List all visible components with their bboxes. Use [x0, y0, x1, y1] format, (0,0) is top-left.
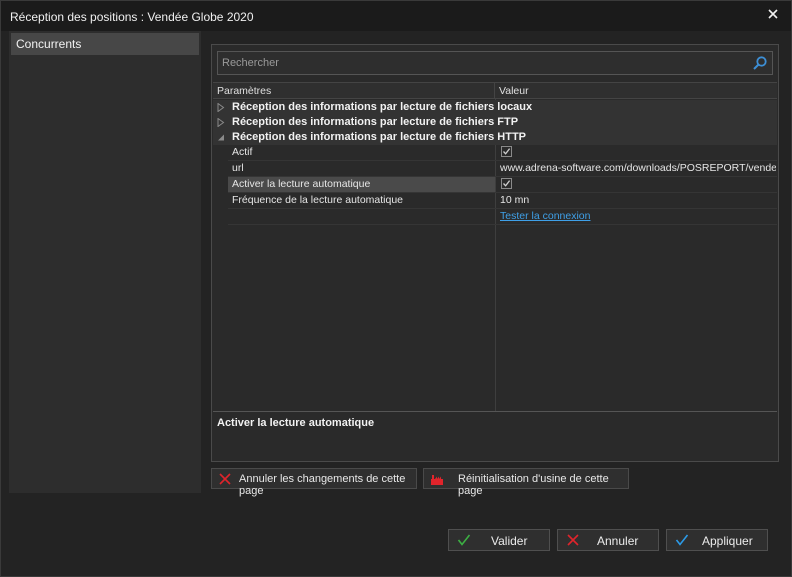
- property-label: Activer la lecture automatique: [232, 178, 371, 190]
- factory-reset-icon: [431, 475, 443, 485]
- url-value[interactable]: www.adrena-software.com/downloads/POSREP…: [500, 162, 776, 174]
- category-label: Réception des informations par lecture d…: [232, 116, 519, 128]
- category-row-ftp[interactable]: Réception des informations par lecture d…: [213, 115, 777, 130]
- sidebar-item-concurrents[interactable]: Concurrents: [11, 33, 199, 55]
- title-bar: Réception des positions : Vendée Globe 2…: [1, 1, 791, 31]
- property-row-test: Tester la connexion: [213, 209, 777, 224]
- sidebar: Concurrents: [9, 31, 201, 493]
- search-icon[interactable]: [752, 55, 768, 71]
- validate-label: Valider: [491, 534, 528, 548]
- apply-label: Appliquer: [702, 534, 753, 548]
- cancel-button[interactable]: Annuler: [557, 529, 659, 551]
- close-button[interactable]: [763, 4, 783, 24]
- check-icon: [457, 534, 471, 546]
- category-row-http[interactable]: Réception des informations par lecture d…: [213, 130, 777, 145]
- validate-button[interactable]: Valider: [448, 529, 550, 551]
- category-label: Réception des informations par lecture d…: [232, 101, 533, 113]
- cancel-label: Annuler: [597, 534, 639, 548]
- factory-reset-label: Réinitialisation d'usine de cette page: [458, 473, 609, 497]
- expand-arrow-icon[interactable]: [217, 103, 225, 112]
- check-icon: [675, 534, 689, 546]
- category-label: Réception des informations par lecture d…: [232, 131, 527, 143]
- property-panel: Rechercher Paramètres Valeur Réception d…: [211, 44, 779, 462]
- column-header-parametres[interactable]: Paramètres: [213, 83, 495, 99]
- column-header-valeur[interactable]: Valeur: [495, 83, 777, 99]
- revert-changes-label: Annuler les changements de cette page: [239, 473, 406, 497]
- check-icon: [503, 148, 511, 155]
- sidebar-item-label: Concurrents: [16, 37, 82, 51]
- property-name-cell: [228, 145, 495, 160]
- description-title: Activer la lecture automatique: [217, 417, 375, 429]
- expand-arrow-icon[interactable]: [217, 118, 225, 127]
- auto-read-checkbox[interactable]: [501, 178, 512, 189]
- check-icon: [503, 180, 511, 187]
- property-label: url: [232, 162, 244, 174]
- property-label: Fréquence de la lecture automatique: [232, 194, 404, 206]
- cross-icon: [219, 473, 231, 485]
- property-grid: Paramètres Valeur Réception des informat…: [213, 82, 777, 412]
- description-panel: Activer la lecture automatique: [213, 411, 777, 460]
- window-title: Réception des positions : Vendée Globe 2…: [10, 10, 254, 24]
- apply-button[interactable]: Appliquer: [666, 529, 768, 551]
- search-input[interactable]: Rechercher: [217, 51, 773, 75]
- close-icon: [768, 9, 778, 19]
- row-separator: [228, 224, 777, 225]
- property-row-actif[interactable]: Actif: [213, 145, 777, 160]
- dialog-window: Réception des positions : Vendée Globe 2…: [0, 0, 792, 577]
- revert-changes-button[interactable]: Annuler les changements de cette page: [211, 468, 417, 497]
- frequency-value[interactable]: 10 mn: [500, 194, 776, 206]
- property-row-auto-read[interactable]: Activer la lecture automatique: [213, 177, 777, 192]
- cross-icon: [567, 534, 579, 546]
- actif-checkbox[interactable]: [501, 146, 512, 157]
- test-connection-link[interactable]: Tester la connexion: [500, 210, 590, 222]
- category-row-local[interactable]: Réception des informations par lecture d…: [213, 100, 777, 115]
- property-label: Actif: [232, 146, 253, 158]
- search-placeholder: Rechercher: [222, 57, 279, 69]
- property-row-url[interactable]: url www.adrena-software.com/downloads/PO…: [213, 161, 777, 176]
- factory-reset-button[interactable]: Réinitialisation d'usine de cette page: [423, 468, 629, 497]
- property-row-frequency[interactable]: Fréquence de la lecture automatique 10 m…: [213, 193, 777, 208]
- collapse-arrow-icon[interactable]: [217, 133, 225, 142]
